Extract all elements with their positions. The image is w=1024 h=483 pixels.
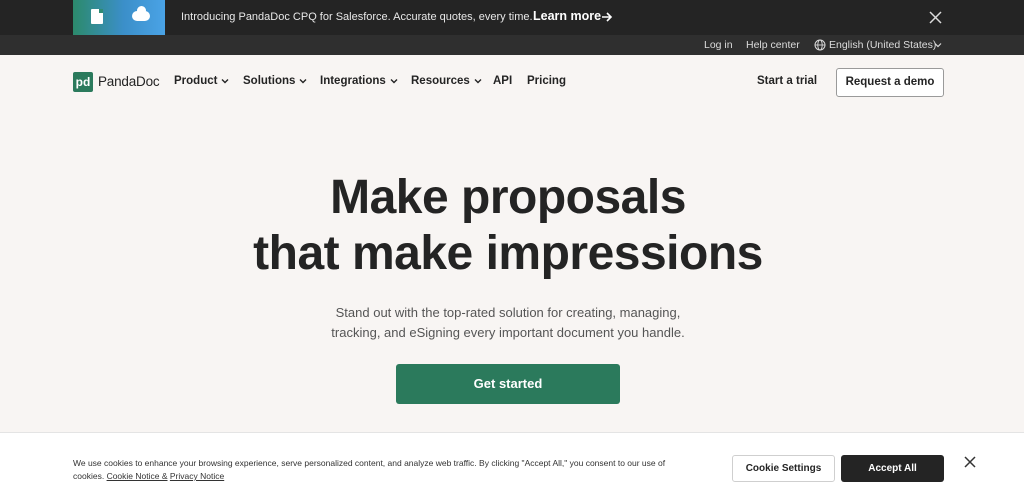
nav-item-product[interactable]: Product bbox=[174, 75, 229, 87]
close-icon[interactable] bbox=[964, 456, 976, 468]
cloud-icon bbox=[132, 6, 150, 21]
nav-item-solutions[interactable]: Solutions bbox=[243, 75, 307, 87]
cookie-banner: We use cookies to enhance your browsing … bbox=[0, 432, 1024, 483]
chevron-down-icon[interactable] bbox=[934, 41, 942, 49]
main-nav: pd PandaDoc Product Solutions Integratio… bbox=[0, 55, 1024, 110]
hero-title-line: that make impressions bbox=[253, 227, 763, 280]
cookie-text: We use cookies to enhance your browsing … bbox=[73, 457, 713, 483]
utility-bar: Log in Help center English (United State… bbox=[0, 35, 1024, 55]
hero-subtitle-line: tracking, and eSigning every important d… bbox=[331, 325, 685, 340]
nav-item-label: Integrations bbox=[320, 75, 386, 87]
arrow-right-icon[interactable] bbox=[601, 11, 613, 23]
nav-item-label: Product bbox=[174, 75, 218, 87]
announcement-text: Introducing PandaDoc CPQ for Salesforce.… bbox=[181, 11, 533, 23]
document-icon bbox=[91, 9, 103, 24]
nav-item-label: Resources bbox=[411, 75, 470, 87]
chevron-down-icon bbox=[474, 78, 482, 84]
nav-item-api[interactable]: API bbox=[493, 75, 512, 87]
get-started-button[interactable]: Get started bbox=[396, 364, 620, 404]
logo-icon[interactable]: pd bbox=[73, 72, 93, 92]
close-icon[interactable] bbox=[929, 11, 942, 24]
cookie-text-prefix: cookies. bbox=[73, 471, 105, 481]
privacy-notice-link[interactable]: Privacy Notice bbox=[170, 471, 224, 481]
announcement-illustration bbox=[73, 0, 165, 35]
request-demo-button[interactable]: Request a demo bbox=[836, 68, 944, 97]
logo-text[interactable]: PandaDoc bbox=[98, 74, 160, 89]
chevron-down-icon bbox=[299, 78, 307, 84]
cookie-settings-button[interactable]: Cookie Settings bbox=[732, 455, 835, 482]
chevron-down-icon bbox=[221, 78, 229, 84]
hero-subtitle-line: Stand out with the top-rated solution fo… bbox=[335, 305, 681, 320]
hero-title-line: Make proposals bbox=[330, 171, 686, 224]
accept-all-button[interactable]: Accept All bbox=[841, 455, 944, 482]
learn-more-link[interactable]: Learn more bbox=[533, 9, 601, 23]
help-center-link[interactable]: Help center bbox=[746, 39, 800, 51]
hero-subtitle: Stand out with the top-rated solution fo… bbox=[0, 303, 1016, 343]
cookie-notice-link[interactable]: Cookie Notice & bbox=[107, 471, 168, 481]
login-link[interactable]: Log in bbox=[704, 39, 733, 51]
nav-item-resources[interactable]: Resources bbox=[411, 75, 482, 87]
chevron-down-icon bbox=[390, 78, 398, 84]
nav-item-integrations[interactable]: Integrations bbox=[320, 75, 398, 87]
cookie-text-line: cookies. Cookie Notice & Privacy Notice bbox=[73, 470, 713, 483]
globe-icon[interactable] bbox=[814, 39, 826, 51]
start-trial-link[interactable]: Start a trial bbox=[757, 75, 817, 87]
announcement-bar: Introducing PandaDoc CPQ for Salesforce.… bbox=[0, 0, 1024, 35]
nav-item-label: Solutions bbox=[243, 75, 296, 87]
language-selector[interactable]: English (United States) bbox=[829, 39, 936, 51]
hero-title: Make proposals that make impressions bbox=[0, 170, 1016, 282]
cookie-text-line: We use cookies to enhance your browsing … bbox=[73, 458, 666, 468]
nav-item-pricing[interactable]: Pricing bbox=[527, 75, 566, 87]
